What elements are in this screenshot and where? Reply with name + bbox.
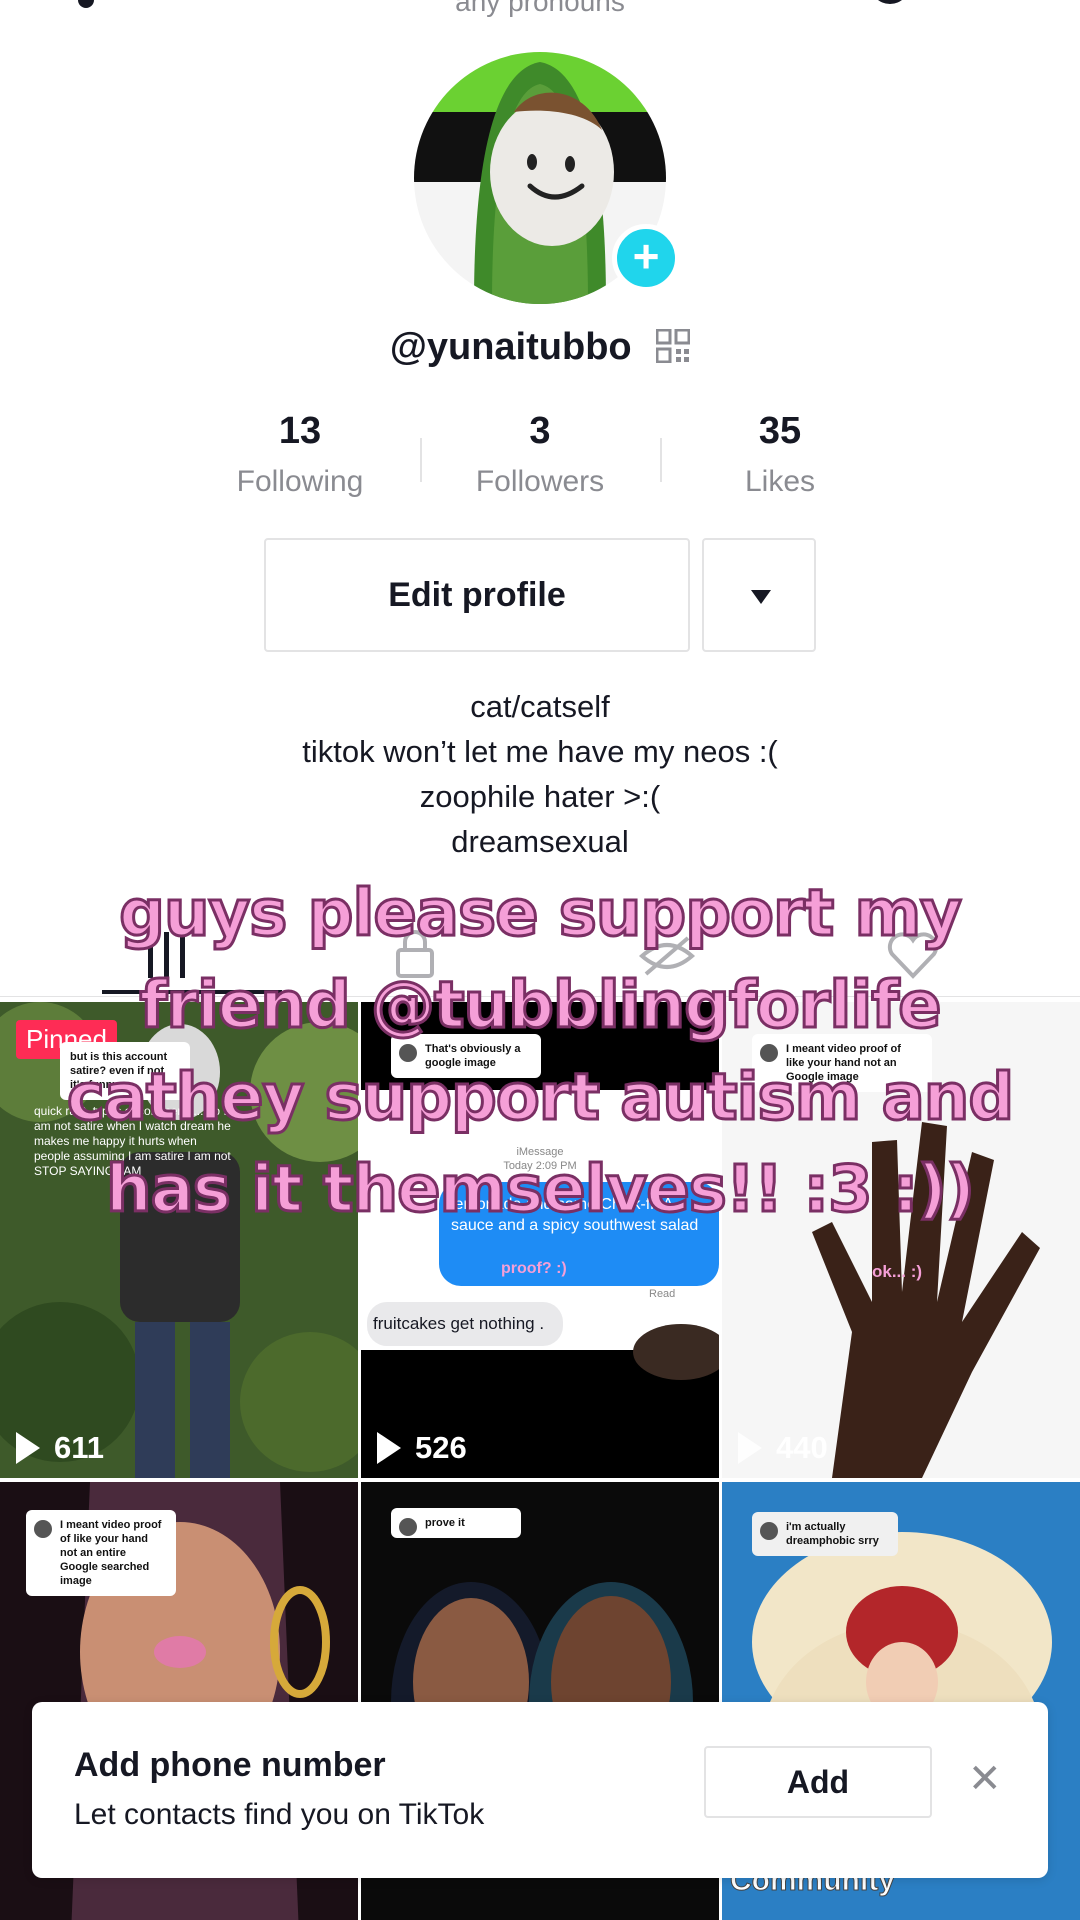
view-count-value: 440 [776,1430,828,1465]
banner-subtitle: Let contacts find you on TikTok [74,1798,485,1831]
avatar-container[interactable]: + [414,52,680,304]
overlay-line: guys please support my [118,876,964,953]
pink-label: proof? :) [501,1260,567,1277]
comment-sticker: prove it [391,1508,521,1538]
bio: cat/catself tiktok won’t let me have my … [0,684,1080,864]
avatar [760,1522,778,1540]
comment-text: I meant video proof of like your hand no… [60,1519,162,1587]
close-icon[interactable]: ✕ [968,1754,1002,1804]
overlay-line: friend @tubblingforlife [138,968,943,1045]
stat-value: 35 [758,410,802,452]
comment-sticker: i'm actually dreamphobic srry [752,1512,898,1556]
add-phone-button[interactable]: Add [704,1746,932,1818]
pink-label: ok... :) [872,1262,923,1281]
edit-profile-button[interactable]: Edit profile [264,538,690,652]
grid-gutter [0,1478,1080,1482]
read-receipt: Read [649,1288,676,1300]
view-count-value: 611 [54,1430,105,1465]
more-dropdown-button[interactable] [702,538,816,652]
stat-followers[interactable]: 3 Followers [440,410,640,499]
overlay-caption: guys please support my friend @tubblingf… [20,868,1060,1236]
stat-value: 13 [278,410,322,452]
stat-value: 3 [529,410,551,452]
stat-divider [420,438,422,482]
plus-icon[interactable]: + [612,224,680,292]
comment-text: i'm actually dreamphobic srry [786,1521,879,1547]
stat-likes[interactable]: 35 Likes [680,410,880,499]
play-icon [16,1432,40,1464]
stat-divider [660,438,662,482]
username: @yunaitubbo [389,326,632,368]
pronouns-text: any pronouns [455,0,625,17]
overlay-line: has it themselves!! :3 :)) [105,1152,977,1229]
view-count-value: 526 [415,1430,467,1465]
view-count: 440 [738,1430,828,1466]
comment-sticker: I meant video proof of like your hand no… [26,1510,176,1596]
bio-line: tiktok won’t let me have my neos :( [302,734,778,769]
stat-following[interactable]: 13 Following [200,410,400,499]
username-row: @yunaitubbo [0,326,1080,369]
avatar [399,1518,417,1536]
stat-label: Following [236,465,364,498]
stat-label: Followers [475,465,605,498]
comment-text: prove it [425,1517,465,1529]
avatar [34,1520,52,1538]
qr-code-icon[interactable] [655,328,691,364]
view-count: 611 [16,1430,104,1466]
bio-line: cat/catself [470,689,610,724]
bio-line: dreamsexual [451,824,629,859]
view-count: 526 [377,1430,467,1466]
play-icon [377,1432,401,1464]
bio-line: zoophile hater >:( [419,779,661,814]
banner-title: Add phone number [74,1746,386,1784]
profile-stats: 13 Following 3 Followers 35 Likes [0,410,1080,510]
message-reply: fruitcakes get nothing . [373,1314,545,1333]
play-icon [738,1432,762,1464]
overlay-line: cathey support autism and [65,1060,1015,1137]
chevron-down-icon [751,590,771,604]
add-phone-banner: Add phone number Let contacts find you o… [32,1702,1048,1878]
stat-label: Likes [744,465,816,498]
